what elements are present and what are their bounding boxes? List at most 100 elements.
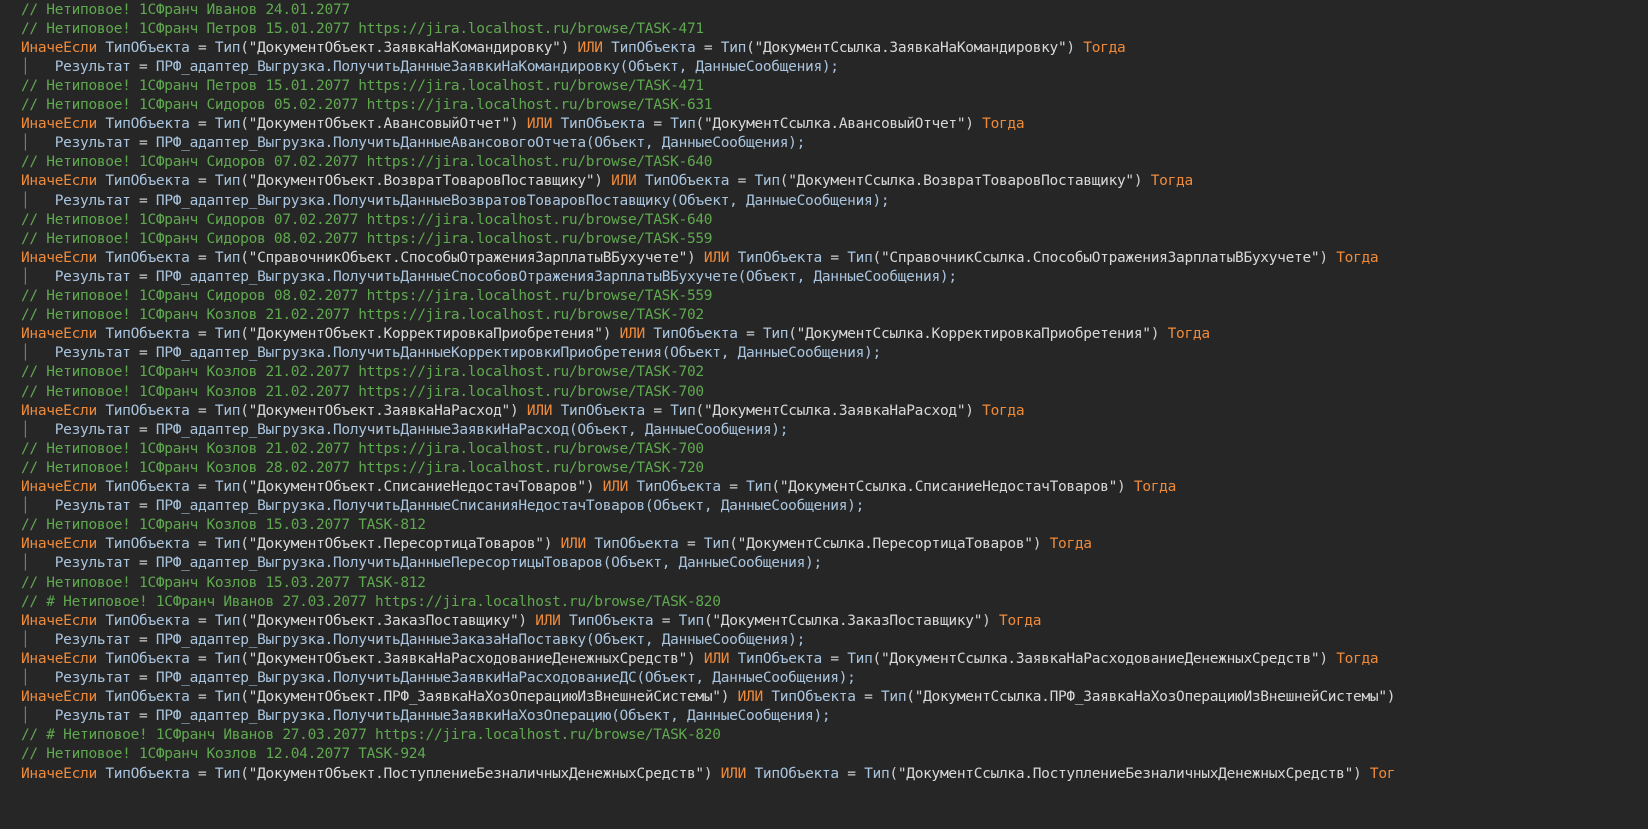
code-line[interactable]: │ Результат = ПРФ_адаптер_Выгрузка.Получ… <box>21 343 881 363</box>
variable-name: ТипОбъекта <box>611 39 696 56</box>
paren: ( <box>695 116 705 133</box>
variable-name: ТипОбъекта <box>636 479 721 495</box>
paren: ) <box>585 479 603 495</box>
operator: = <box>130 135 156 152</box>
operator: = <box>695 39 721 56</box>
paren: ( <box>240 173 249 190</box>
module-name: ПРФ_адаптер_Выгрузка. <box>155 631 333 648</box>
paren: ) <box>1066 39 1084 56</box>
call-arguments: (Объект, ДанныеСообщения); <box>611 708 831 725</box>
code-line[interactable]: // Нетиповое! 1СФранч Сидоров 08.02.2077… <box>21 286 713 306</box>
code-line[interactable]: ИначеЕсли ТипОбъекта = Тип("ДокументОбъе… <box>21 534 1092 554</box>
operator: = <box>737 326 763 343</box>
code-line[interactable]: // Нетиповое! 1СФранч Козлов 15.03.2077 … <box>21 573 426 593</box>
call-arguments: (Объект, ДанныеСообщения); <box>568 421 789 438</box>
code-line[interactable]: // Нетиповое! 1СФранч Сидоров 08.02.2077… <box>21 229 713 249</box>
code-line[interactable]: // # Нетиповое! 1СФранч Иванов 27.03.207… <box>21 592 721 612</box>
indent-guide: │ <box>21 708 55 725</box>
indent-guide: │ <box>21 631 55 648</box>
call-arguments: (Объект, ДанныеСообщения); <box>737 268 957 285</box>
code-line[interactable]: ИначеЕсли ТипОбъекта = Тип("СправочникОб… <box>21 248 1379 268</box>
code-line[interactable]: │ Результат = ПРФ_адаптер_Выгрузка.Получ… <box>21 553 822 573</box>
string-literal: "ДокументОбъект.СписаниеНедостачТоваров" <box>248 479 587 495</box>
code-line[interactable]: // Нетиповое! 1СФранч Козлов 12.04.2077 … <box>21 744 426 764</box>
operator: = <box>855 689 881 706</box>
code-line[interactable]: ИначеЕсли ТипОбъекта = Тип("ДокументОбъе… <box>21 687 1395 707</box>
function-call: ПолучитьДанныеВозвратовТоваровПоставщику <box>332 192 671 209</box>
type-function: Тип <box>703 536 730 553</box>
code-line[interactable]: │ Результат = ПРФ_адаптер_Выгрузка.Получ… <box>21 133 805 153</box>
code-line[interactable]: ИначеЕсли ТипОбъекта = Тип("ДокументОбъе… <box>21 477 1176 497</box>
operator: = <box>189 479 215 495</box>
keyword-or: ИЛИ <box>526 116 553 133</box>
string-literal: "ДокументСсылка.ЗаявкаНаРасход" <box>703 402 966 419</box>
code-line[interactable]: │ Результат = ПРФ_адаптер_Выгрузка.Получ… <box>21 706 831 726</box>
code-line[interactable]: // Нетиповое! 1СФранч Козлов 21.02.2077 … <box>21 362 704 382</box>
code-line[interactable]: // Нетиповое! 1СФранч Козлов 28.02.2077 … <box>21 458 704 478</box>
keyword-elseif: ИначеЕсли <box>21 479 97 495</box>
comment-text: // Нетиповое! 1СФранч Иванов 24.01.2077 <box>21 1 350 18</box>
code-line[interactable]: ИначеЕсли ТипОбъекта = Тип("ДокументОбъе… <box>21 649 1379 669</box>
code-line[interactable]: ИначеЕсли ТипОбъекта = Тип("ДокументОбъе… <box>21 171 1193 191</box>
code-line[interactable]: ИначеЕсли ТипОбъекта = Тип("ДокументОбъе… <box>21 611 1041 631</box>
indent-guide: │ <box>21 498 55 515</box>
result-variable: Результат <box>54 498 131 515</box>
operator: = <box>189 765 215 782</box>
string-literal: "ДокументСсылка.КорректировкаПриобретени… <box>796 326 1151 343</box>
code-line[interactable]: // Нетиповое! 1СФранч Сидоров 07.02.2077… <box>21 152 713 172</box>
string-literal: "ДокументСсылка.ЗаказПоставщику" <box>712 612 983 629</box>
keyword-elseif: ИначеЕсли <box>21 536 97 553</box>
code-line[interactable]: // Нетиповое! 1СФранч Сидоров 05.02.2077… <box>21 95 713 115</box>
operator: = <box>189 612 215 629</box>
string-literal: "ДокументСсылка.ЗаявкаНаКомандировку" <box>754 39 1067 56</box>
module-name: ПРФ_адаптер_Выгрузка. <box>155 555 333 572</box>
code-line[interactable]: // Нетиповое! 1СФранч Иванов 24.01.2077 <box>21 0 350 20</box>
comment-text: // Нетиповое! 1СФранч Козлов 21.02.2077 … <box>21 307 704 324</box>
paren: ) <box>1133 173 1151 190</box>
code-line[interactable]: │ Результат = ПРФ_адаптер_Выгрузка.Получ… <box>21 267 957 287</box>
paren: ) <box>965 402 983 419</box>
code-editor[interactable]: // Нетиповое! 1СФранч Иванов 24.01.2077 /… <box>0 0 1648 829</box>
paren: ( <box>240 689 249 706</box>
code-line[interactable]: ИначеЕсли ТипОбъекта = Тип("ДокументОбъе… <box>21 324 1210 344</box>
variable-name: ТипОбъекта <box>594 536 679 553</box>
string-literal: "ДокументСсылка.СписаниеНедостачТоваров" <box>779 479 1118 495</box>
result-variable: Результат <box>54 192 131 209</box>
code-line[interactable]: ИначеЕсли ТипОбъекта = Тип("ДокументОбъе… <box>21 401 1025 421</box>
keyword-elseif: ИначеЕсли <box>21 650 97 667</box>
keyword-or: ИЛИ <box>611 173 637 190</box>
code-line[interactable]: // # Нетиповое! 1СФранч Иванов 27.03.207… <box>21 725 721 745</box>
code-line[interactable]: // Нетиповое! 1СФранч Козлов 21.02.2077 … <box>21 382 704 402</box>
code-line[interactable]: │ Результат = ПРФ_адаптер_Выгрузка.Получ… <box>21 57 839 77</box>
code-line[interactable]: // Нетиповое! 1СФранч Сидоров 07.02.2077… <box>21 210 713 230</box>
operator: = <box>720 479 747 495</box>
code-line[interactable]: // Нетиповое! 1СФранч Петров 15.01.2077 … <box>21 19 704 39</box>
code-line[interactable]: ИначеЕсли ТипОбъекта = Тип("ДокументОбъе… <box>21 114 1025 134</box>
operator: = <box>130 555 156 572</box>
code-line[interactable]: // Нетиповое! 1СФранч Козлов 15.03.2077 … <box>21 515 426 535</box>
type-function: Тип <box>214 173 241 190</box>
operator: = <box>644 402 671 419</box>
function-call: ПолучитьДанныеЗаявкиНаРасходованиеДС <box>332 670 637 686</box>
code-line[interactable]: // Нетиповое! 1СФранч Козлов 21.02.2077 … <box>21 439 704 459</box>
paren: ( <box>240 650 249 667</box>
variable-name: ТипОбъекта <box>105 326 190 343</box>
keyword-elseif: ИначеЕсли <box>21 765 97 782</box>
call-arguments: (Объект, ДанныеСообщения); <box>644 498 865 515</box>
code-line[interactable]: │ Результат = ПРФ_адаптер_Выгрузка.Получ… <box>21 496 864 516</box>
paren: ) <box>509 116 527 133</box>
code-line[interactable]: ИначеЕсли ТипОбъекта = Тип("ДокументОбъе… <box>21 764 1396 784</box>
code-line[interactable]: │ Результат = ПРФ_адаптер_Выгрузка.Получ… <box>21 668 856 688</box>
code-line[interactable]: // Нетиповое! 1СФранч Петров 15.01.2077 … <box>21 76 704 96</box>
code-line[interactable]: ИначеЕсли ТипОбъекта = Тип("ДокументОбъе… <box>21 38 1126 58</box>
code-line[interactable]: │ Результат = ПРФ_адаптер_Выгрузка.Получ… <box>21 420 788 440</box>
code-line[interactable]: │ Результат = ПРФ_адаптер_Выгрузка.Получ… <box>21 191 890 211</box>
code-line[interactable]: │ Результат = ПРФ_адаптер_Выгрузка.Получ… <box>21 630 805 650</box>
function-call: ПолучитьДанныеСписанияНедостачТоваров <box>332 498 645 515</box>
type-function: Тип <box>214 612 241 629</box>
operator: = <box>821 650 848 667</box>
code-line[interactable]: // Нетиповое! 1СФранч Козлов 21.02.2077 … <box>21 305 704 325</box>
paren: ( <box>240 116 249 133</box>
indent-guide: │ <box>21 345 55 362</box>
indent-guide: │ <box>21 555 55 572</box>
